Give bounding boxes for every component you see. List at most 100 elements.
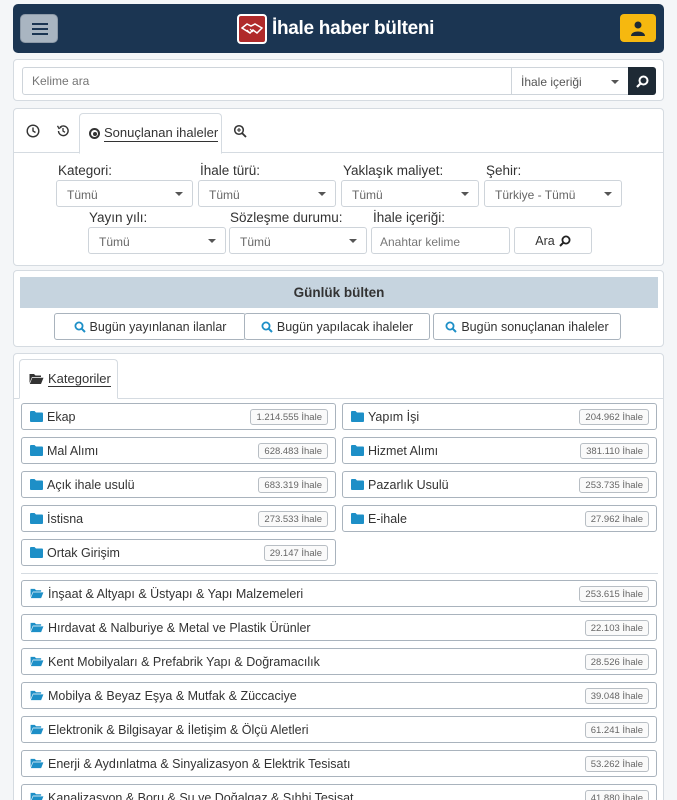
count-badge: 1.214.555 İhale [250, 409, 328, 425]
today-published-button[interactable]: Bugün yayınlanan ilanlar [54, 313, 246, 340]
folder-open-icon [30, 622, 44, 633]
contract-status-select[interactable]: Tümü [229, 227, 367, 254]
count-badge: 41.880 İhale [584, 790, 649, 800]
category-list-item[interactable]: Kent Mobilyaları & Prefabrik Yapı & Doğr… [21, 648, 657, 675]
search-icon [559, 235, 571, 247]
folder-icon [30, 479, 43, 490]
category-item[interactable]: Mal Alımı 628.483 İhale [21, 437, 336, 464]
category-name: Hırdavat & Nalburiye & Metal ve Plastik … [48, 620, 311, 635]
caret-down-icon [461, 192, 469, 196]
folder-open-icon [29, 374, 44, 384]
category-list-item[interactable]: İnşaat & Altyapı & Üstyapı & Yapı Malzem… [21, 580, 657, 607]
category-item[interactable]: İstisna 273.533 İhale [21, 505, 336, 532]
category-item[interactable]: Ekap 1.214.555 İhale [21, 403, 336, 430]
category-item[interactable]: Hizmet Alımı 381.110 İhale [342, 437, 657, 464]
caret-down-icon [175, 192, 183, 196]
menu-button[interactable] [20, 14, 58, 43]
history-icon[interactable] [56, 124, 70, 138]
clock-icon[interactable] [26, 124, 40, 138]
tender-type-label: İhale türü: [200, 163, 261, 178]
count-badge: 273.533 İhale [258, 511, 328, 527]
user-button[interactable] [620, 14, 656, 42]
city-select-value: Türkiye - Tümü [495, 188, 576, 202]
count-badge: 61.241 İhale [584, 722, 649, 738]
folder-open-icon [30, 588, 44, 599]
count-badge: 39.048 İhale [584, 688, 649, 704]
count-badge: 29.147 İhale [263, 545, 328, 561]
folder-icon [351, 513, 364, 524]
cost-select-value: Tümü [352, 188, 383, 202]
today-concluded-button[interactable]: Bugün sonuçlanan ihaleler [433, 313, 621, 340]
category-name: Elektronik & Bilgisayar & İletişim & Ölç… [48, 722, 309, 737]
category-name: İnşaat & Altyapı & Üstyapı & Yapı Malzem… [48, 586, 304, 601]
filter-search-label: Ara [535, 233, 555, 248]
count-badge: 28.526 İhale [584, 654, 649, 670]
brand[interactable]: İhale haber bülteni [237, 13, 434, 45]
search-button[interactable] [628, 67, 656, 95]
zoom-search-icon[interactable] [233, 124, 247, 138]
category-name: Hizmet Alımı [368, 443, 439, 458]
count-badge: 253.615 İhale [579, 586, 649, 602]
search-input[interactable] [22, 67, 512, 95]
filter-search-button[interactable]: Ara [514, 227, 592, 254]
content-label: İhale içeriği: [373, 210, 446, 225]
tab-concluded-tenders[interactable]: Sonuçlanan ihaleler [79, 113, 222, 154]
radio-dot-icon [89, 128, 100, 139]
folder-open-icon [30, 656, 44, 667]
year-label: Yayın yılı: [89, 210, 148, 225]
category-name: Yapım İşi [368, 409, 420, 424]
today-scheduled-label: Bugün yapılacak ihaleler [276, 319, 414, 334]
today-scheduled-button[interactable]: Bugün yapılacak ihaleler [244, 313, 430, 340]
folder-icon [351, 445, 364, 456]
site-title: İhale haber bülteni [272, 18, 435, 39]
category-name: İstisna [47, 511, 84, 526]
category-name: E-ihale [368, 511, 407, 526]
count-badge: 27.962 İhale [584, 511, 649, 527]
handshake-logo-icon [237, 14, 267, 44]
category-name: Mal Alımı [47, 443, 99, 458]
category-list-item[interactable]: Enerji & Aydınlatma & Sinyalizasyon & El… [21, 750, 657, 777]
folder-icon [351, 479, 364, 490]
category-name: Enerji & Aydınlatma & Sinyalizasyon & El… [48, 756, 351, 771]
category-item[interactable]: Yapım İşi 204.962 İhale [342, 403, 657, 430]
category-select[interactable]: Tümü [56, 180, 193, 207]
category-list-item[interactable]: Mobilya & Beyaz Eşya & Mutfak & Züccaciy… [21, 682, 657, 709]
keyword-placeholder: Anahtar kelime [380, 235, 461, 249]
tender-type-select-value: Tümü [209, 188, 240, 202]
menu-icon-bar [32, 28, 48, 30]
category-item[interactable]: E-ihale 27.962 İhale [342, 505, 657, 532]
menu-icon-bar [32, 23, 48, 25]
cost-select[interactable]: Tümü [341, 180, 479, 207]
count-badge: 22.103 İhale [584, 620, 649, 636]
category-name: Kent Mobilyaları & Prefabrik Yapı & Doğr… [48, 654, 320, 669]
menu-icon-bar [32, 33, 48, 35]
count-badge: 381.110 İhale [580, 443, 649, 459]
keyword-input[interactable]: Anahtar kelime [371, 227, 510, 254]
filter-tabs: Sonuçlanan ihaleler [14, 109, 663, 154]
category-list-item[interactable]: Kanalizasyon & Boru & Su ve Doğalgaz & S… [21, 784, 657, 800]
category-item[interactable]: Açık ihale usulü 683.319 İhale [21, 471, 336, 498]
filter-panel: Sonuçlanan ihaleler Kategori: Tümü İhale… [13, 108, 664, 266]
search-panel: İhale içeriği [13, 59, 664, 101]
city-select[interactable]: Türkiye - Tümü [484, 180, 622, 207]
category-item[interactable]: Pazarlık Usulü 253.735 İhale [342, 471, 657, 498]
category-name: Ortak Girişim [47, 545, 120, 560]
count-badge: 628.483 İhale [258, 443, 328, 459]
count-badge: 683.319 İhale [258, 477, 328, 493]
bulletin-title: Günlük bülten [20, 277, 658, 308]
contract-status-label: Sözleşme durumu: [230, 210, 343, 225]
count-badge: 253.735 İhale [579, 477, 649, 493]
caret-down-icon [349, 239, 357, 243]
caret-down-icon [604, 192, 612, 196]
category-list-item[interactable]: Hırdavat & Nalburiye & Metal ve Plastik … [21, 614, 657, 641]
tab-label: Sonuçlanan ihaleler [104, 125, 219, 142]
tender-type-select[interactable]: Tümü [198, 180, 336, 207]
tab-categories[interactable]: Kategoriler [19, 359, 118, 399]
year-select[interactable]: Tümü [88, 227, 226, 254]
folder-open-icon [30, 792, 44, 800]
category-item[interactable]: Ortak Girişim 29.147 İhale [21, 539, 336, 566]
tab-categories-label: Kategoriler [48, 371, 111, 387]
category-list-item[interactable]: Elektronik & Bilgisayar & İletişim & Ölç… [21, 716, 657, 743]
search-scope-select[interactable]: İhale içeriği [511, 67, 629, 95]
count-badge: 53.262 İhale [584, 756, 649, 772]
